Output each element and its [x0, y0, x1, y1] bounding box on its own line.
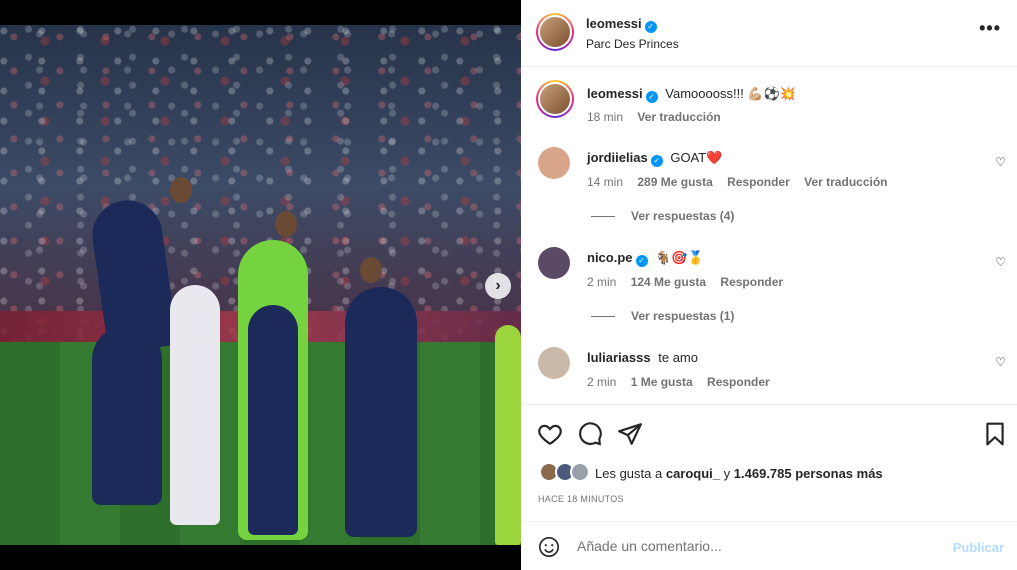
comment-likes[interactable]: 289 Me gusta	[637, 175, 712, 189]
comment-input[interactable]	[577, 534, 937, 558]
likes-summary: Les gusta a caroqui_ y 1.469.785 persona…	[595, 466, 883, 481]
author-avatar[interactable]	[536, 13, 574, 51]
caption-text-row: leomessi ✓ Vamooooss!!! 💪🏼⚽💥	[587, 86, 796, 103]
comment-bubble-icon[interactable]	[577, 421, 603, 447]
post-media-panel: ›	[0, 0, 521, 570]
author-username[interactable]: leomessi	[586, 16, 642, 31]
comment-like-heart-icon[interactable]: ♡	[995, 255, 1006, 269]
comment-reply-button[interactable]: Responder	[720, 275, 783, 289]
commenter-avatar[interactable]	[538, 347, 570, 379]
verified-badge-icon: ✓	[635, 255, 648, 267]
comment-likes[interactable]: 124 Me gusta	[631, 275, 706, 289]
post-timestamp[interactable]: HACE 18 MINUTOS	[538, 494, 624, 504]
verified-badge-icon: ✓	[645, 91, 658, 103]
verified-badge-icon: ✓	[650, 155, 663, 167]
player-shape	[495, 325, 521, 545]
comment-reply-button[interactable]: Responder	[727, 175, 790, 189]
comment-reply-button[interactable]: Responder	[707, 375, 770, 389]
next-arrow-icon[interactable]: ›	[485, 273, 511, 299]
player-head	[360, 257, 382, 283]
replies-divider	[591, 216, 615, 218]
likes-prefix: Les gusta a	[595, 466, 663, 481]
caption-avatar[interactable]	[536, 80, 574, 118]
comment-meta: 2 min 1 Me gusta Responder	[587, 375, 781, 389]
replies-divider	[591, 316, 615, 318]
comment-username[interactable]: nico.pe	[587, 250, 633, 265]
view-replies-button[interactable]: Ver respuestas (1)	[591, 309, 734, 323]
liked-by-avatars[interactable]	[539, 462, 591, 484]
comments-list: leomessi ✓ Vamooooss!!! 💪🏼⚽💥 18 min Ver t…	[521, 67, 1017, 404]
comment-text-row: luliariasss te amo	[587, 350, 698, 365]
emoji-smiley-icon[interactable]	[538, 536, 560, 558]
post-header: leomessi ✓ Parc Des Princes •••	[521, 0, 1017, 67]
more-horizontal-icon[interactable]: •••	[979, 18, 1001, 39]
caption-username[interactable]: leomessi	[587, 86, 643, 101]
comment-like-heart-icon[interactable]: ♡	[995, 355, 1006, 369]
comment-username[interactable]: luliariasss	[587, 350, 651, 365]
caption-time: 18 min	[587, 110, 624, 124]
commenter-avatar[interactable]	[538, 147, 570, 179]
comment-like-heart-icon[interactable]: ♡	[995, 155, 1006, 169]
player-head	[275, 211, 297, 237]
commenter-avatar[interactable]	[538, 247, 570, 279]
player-shape	[345, 287, 417, 537]
caption-meta: 18 min Ver traducción	[587, 110, 732, 124]
liker-avatar	[570, 462, 591, 482]
comment-text: GOAT❤️	[670, 150, 723, 165]
comment-likes[interactable]: 1 Me gusta	[631, 375, 693, 389]
verified-badge-icon: ✓	[644, 21, 657, 33]
comment-meta: 14 min 289 Me gusta Responder Ver traduc…	[587, 175, 899, 189]
player-shape	[170, 285, 220, 525]
comment-meta: 2 min 124 Me gusta Responder	[587, 275, 794, 289]
comment-text: te amo	[658, 350, 698, 365]
comment-time: 2 min	[587, 275, 617, 289]
comment-text: 🐐🎯🥇	[655, 250, 704, 265]
player-shape	[248, 305, 298, 535]
like-heart-icon[interactable]	[537, 421, 563, 447]
likes-first-user[interactable]: caroqui_	[666, 466, 720, 481]
post-location[interactable]: Parc Des Princes	[586, 37, 679, 51]
player-head	[170, 177, 192, 203]
publish-button[interactable]: Publicar	[953, 540, 1004, 555]
post-actions: Les gusta a caroqui_ y 1.469.785 persona…	[521, 404, 1017, 521]
likes-connector: y	[723, 466, 731, 481]
comment-translate-link[interactable]: Ver traducción	[804, 175, 887, 189]
comment-text-row: nico.pe ✓ 🐐🎯🥇	[587, 250, 704, 267]
add-comment-bar: Publicar	[521, 521, 1017, 570]
caption-text: Vamooooss!!! 💪🏼⚽💥	[665, 86, 796, 101]
likes-others-count[interactable]: 1.469.785 personas más	[734, 466, 883, 481]
post-details-panel: leomessi ✓ Parc Des Princes ••• leomessi ✓…	[521, 0, 1017, 570]
comment-username[interactable]: jordiielias	[587, 150, 648, 165]
view-replies-label[interactable]: Ver respuestas (4)	[631, 209, 734, 223]
player-shape	[92, 325, 162, 505]
comment-text-row: jordiielias ✓ GOAT❤️	[587, 150, 722, 167]
comment-time: 14 min	[587, 175, 624, 189]
save-bookmark-icon[interactable]	[982, 421, 1008, 447]
author-name-row: leomessi ✓	[586, 16, 657, 33]
post-photo[interactable]	[0, 25, 521, 545]
caption-translate-link[interactable]: Ver traducción	[637, 110, 720, 124]
view-replies-label[interactable]: Ver respuestas (1)	[631, 309, 734, 323]
view-replies-button[interactable]: Ver respuestas (4)	[591, 209, 734, 223]
share-send-icon[interactable]	[617, 421, 643, 447]
comment-time: 2 min	[587, 375, 617, 389]
